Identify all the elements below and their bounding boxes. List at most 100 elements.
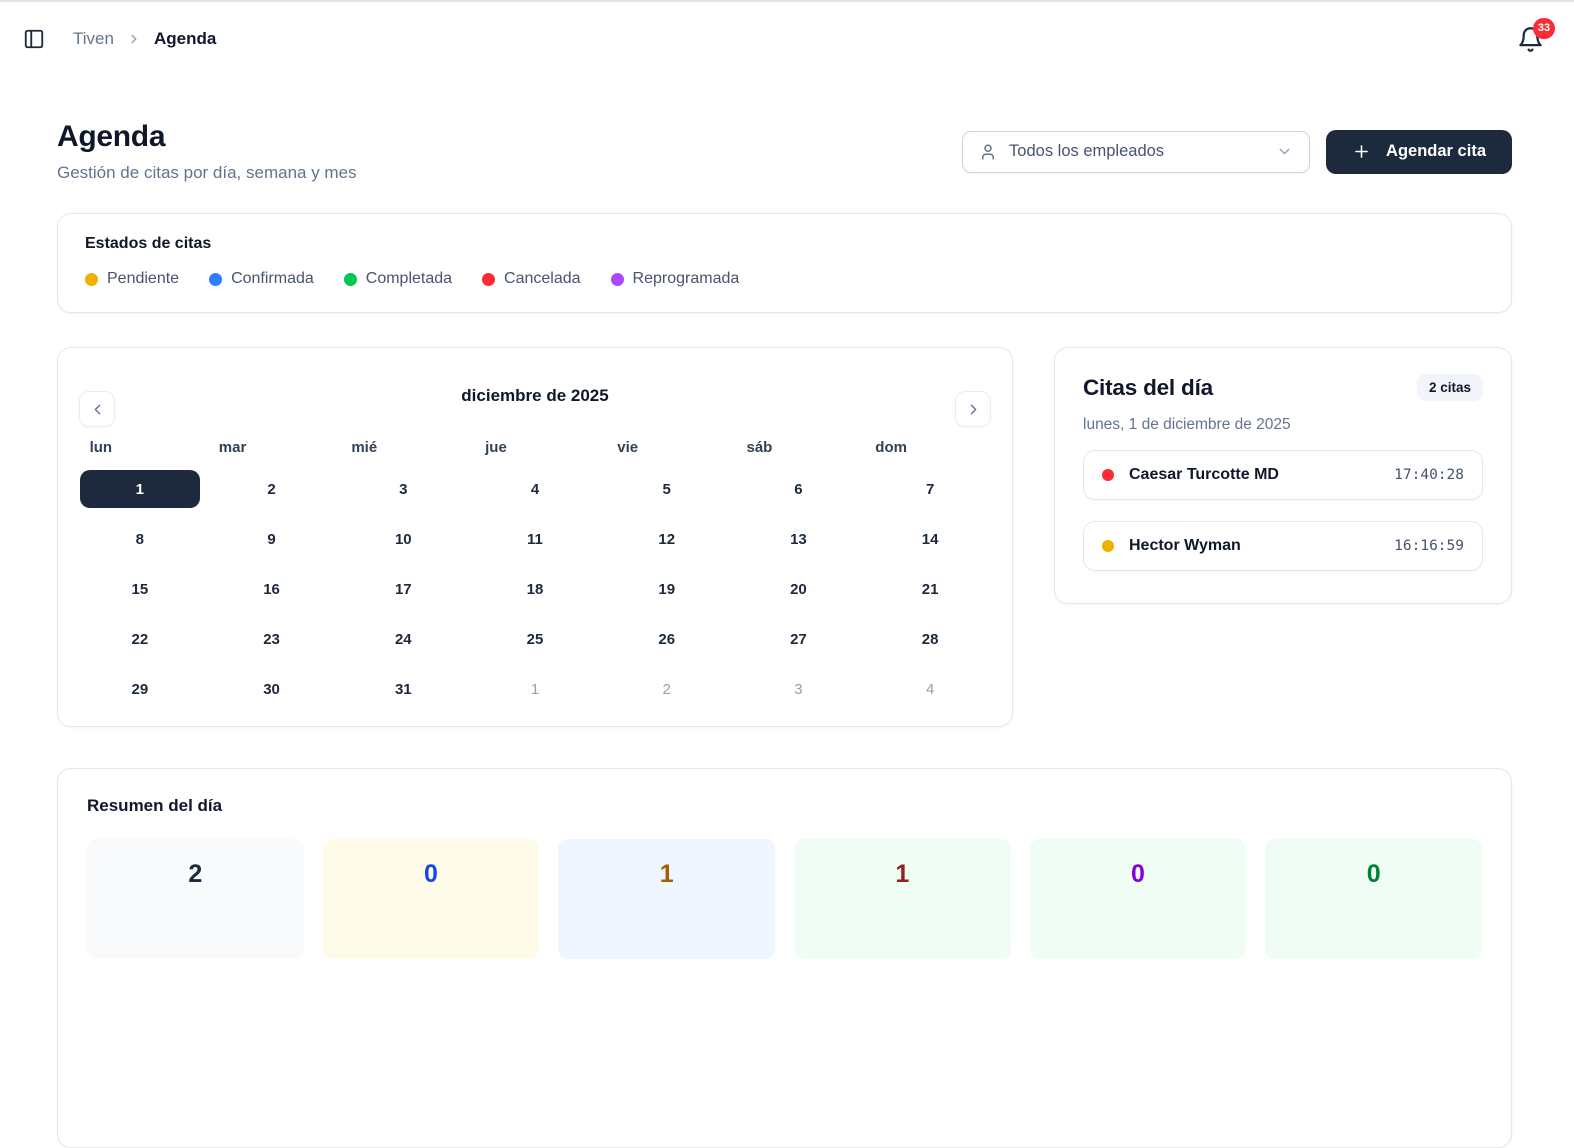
calendar-day[interactable]: 23 bbox=[212, 620, 332, 658]
calendar-day[interactable]: 12 bbox=[607, 520, 727, 558]
calendar-day[interactable]: 29 bbox=[80, 670, 200, 708]
calendar-day[interactable]: 10 bbox=[343, 520, 463, 558]
employee-filter-select[interactable]: Todos los empleados bbox=[962, 130, 1311, 173]
calendar-day[interactable]: 6 bbox=[738, 470, 858, 508]
weekday-label: jue bbox=[485, 439, 507, 456]
calendar-day[interactable]: 28 bbox=[870, 620, 990, 658]
calendar-next-month-button[interactable] bbox=[955, 391, 991, 427]
calendar-day[interactable]: 4 bbox=[475, 470, 595, 508]
legend-item-label: Pendiente bbox=[107, 270, 180, 287]
selected-date-label: lunes, 1 de diciembre de 2025 bbox=[1083, 416, 1291, 433]
status-legend-title: Estados de citas bbox=[85, 235, 212, 252]
page-header: Agenda Gestión de citas por día, semana … bbox=[57, 120, 1512, 183]
calendar-day[interactable]: 16 bbox=[212, 570, 332, 608]
page-subtitle: Gestión de citas por día, semana y mes bbox=[57, 163, 357, 182]
calendar-weekday-row: lun mar mié jue vie sáb dom bbox=[74, 439, 996, 456]
calendar-month-title: diciembre de 2025 bbox=[461, 386, 609, 405]
notifications-button[interactable]: 33 bbox=[1517, 17, 1555, 53]
calendar-day[interactable]: 26 bbox=[607, 620, 727, 658]
summary-stat-value: 0 bbox=[1366, 860, 1381, 888]
calendar-day[interactable]: 20 bbox=[738, 570, 858, 608]
calendar-day[interactable]: 5 bbox=[607, 470, 727, 508]
calendar-day[interactable]: 1 bbox=[79, 470, 200, 508]
legend-item: Completada bbox=[343, 270, 453, 288]
schedule-appointment-button[interactable]: Agendar cita bbox=[1326, 129, 1512, 174]
day-appointments-card: Citas del día 2 citas lunes, 1 de diciem… bbox=[1054, 347, 1512, 604]
page-title-block: Agenda Gestión de citas por día, semana … bbox=[57, 120, 357, 183]
summary-stat-card: 1 bbox=[558, 839, 775, 959]
status-legend-items: Pendiente Confirmada Completada Cancelad… bbox=[85, 270, 1484, 288]
status-dot-icon bbox=[482, 272, 496, 286]
status-dot-icon bbox=[85, 272, 98, 286]
calendar-day[interactable]: 15 bbox=[80, 570, 200, 608]
appointment-time: 16:16:59 bbox=[1394, 538, 1464, 554]
page-title: Agenda bbox=[57, 120, 166, 153]
summary-stat-card: 2 bbox=[87, 839, 304, 959]
appointment-status-dot-icon bbox=[1102, 540, 1114, 552]
weekday-label: lun bbox=[89, 439, 113, 456]
breadcrumb-page: Agenda bbox=[153, 29, 217, 48]
calendar-day[interactable]: 14 bbox=[870, 520, 990, 558]
day-appointments-header: Citas del día 2 citas bbox=[1083, 374, 1483, 401]
appointment-item[interactable]: Hector Wyman 16:16:59 bbox=[1083, 521, 1483, 571]
calendar-day[interactable]: 13 bbox=[738, 520, 858, 558]
calendar-day[interactable]: 25 bbox=[475, 620, 595, 658]
employee-filter-value: Todos los empleados bbox=[1009, 142, 1165, 160]
calendar-day[interactable]: 9 bbox=[212, 520, 332, 558]
status-legend-card: Estados de citas Pendiente Confirmada Co… bbox=[57, 213, 1512, 313]
calendar-day[interactable]: 24 bbox=[343, 620, 463, 658]
legend-item-label: Confirmada bbox=[231, 270, 314, 287]
calendar-day[interactable]: 31 bbox=[343, 670, 463, 708]
legend-item-label: Reprogramada bbox=[632, 270, 740, 287]
calendar-day[interactable]: 17 bbox=[343, 570, 463, 608]
calendar-day[interactable]: 8 bbox=[80, 520, 200, 558]
topbar: Tiven Agenda 33 bbox=[0, 2, 1574, 76]
day-summary-card: Resumen del día 2 0 1 1 0 0 bbox=[57, 768, 1512, 1148]
calendar-day[interactable]: 2 bbox=[607, 670, 727, 708]
calendar-day[interactable]: 30 bbox=[212, 670, 332, 708]
appointment-status-dot-icon bbox=[1102, 469, 1114, 481]
appointment-name: Hector Wyman bbox=[1129, 537, 1241, 554]
weekday-label: sáb bbox=[746, 439, 773, 456]
appointment-item[interactable]: Caesar Turcotte MD 17:40:28 bbox=[1083, 450, 1483, 500]
breadcrumb: Tiven Agenda bbox=[73, 29, 216, 49]
calendar-day[interactable]: 4 bbox=[870, 670, 990, 708]
calendar-card: diciembre de 2025 lun mar mié jue vie sá… bbox=[57, 347, 1013, 727]
sidebar-toggle-button[interactable] bbox=[19, 24, 49, 54]
appointment-time: 17:40:28 bbox=[1394, 467, 1464, 483]
summary-stat-value: 1 bbox=[895, 860, 910, 888]
legend-item: Cancelada bbox=[482, 270, 581, 288]
calendar-day[interactable]: 2 bbox=[212, 470, 332, 508]
calendar-day[interactable]: 3 bbox=[738, 670, 858, 708]
legend-item-label: Cancelada bbox=[504, 270, 581, 287]
calendar-day[interactable]: 11 bbox=[475, 520, 595, 558]
summary-stat-value: 2 bbox=[188, 860, 203, 888]
legend-item: Pendiente bbox=[85, 270, 179, 288]
weekday-label: vie bbox=[617, 439, 639, 456]
summary-stat-card: 1 bbox=[794, 839, 1011, 959]
breadcrumb-chevron-icon bbox=[127, 32, 141, 46]
calendar-day[interactable]: 3 bbox=[343, 470, 463, 508]
breadcrumb-app[interactable]: Tiven bbox=[73, 29, 114, 49]
summary-stats-row: 2 0 1 1 0 0 bbox=[87, 839, 1482, 959]
calendar-day[interactable]: 18 bbox=[475, 570, 595, 608]
calendar-header: diciembre de 2025 bbox=[74, 364, 996, 428]
calendar-day[interactable]: 22 bbox=[80, 620, 200, 658]
plus-icon bbox=[1352, 142, 1371, 161]
weekday-label: mar bbox=[218, 439, 247, 456]
weekday-label: dom bbox=[875, 439, 907, 456]
calendar-day[interactable]: 1 bbox=[475, 670, 595, 708]
calendar-day[interactable]: 21 bbox=[870, 570, 990, 608]
calendar-day[interactable]: 19 bbox=[607, 570, 727, 608]
calendar-day[interactable]: 27 bbox=[738, 620, 858, 658]
calendar-day[interactable]: 7 bbox=[870, 470, 990, 508]
legend-item-label: Completada bbox=[365, 270, 453, 287]
appointment-name: Caesar Turcotte MD bbox=[1129, 466, 1279, 483]
main-content: Agenda Gestión de citas por día, semana … bbox=[0, 120, 1574, 1148]
status-dot-icon bbox=[209, 272, 223, 286]
status-dot-icon bbox=[610, 272, 624, 286]
summary-stat-card: 0 bbox=[1029, 839, 1247, 959]
user-icon bbox=[979, 143, 997, 161]
summary-stat-value: 0 bbox=[1131, 860, 1145, 888]
middle-row: diciembre de 2025 lun mar mié jue vie sá… bbox=[57, 347, 1512, 727]
